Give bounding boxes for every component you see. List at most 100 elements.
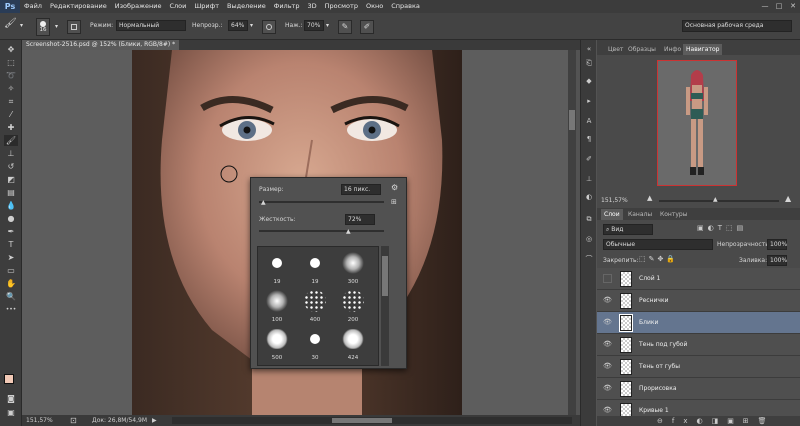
actions-icon[interactable]: ▸: [584, 96, 594, 106]
menu-item[interactable]: Редактирование: [46, 0, 111, 13]
canvas-vertical-scrollbar[interactable]: [568, 50, 576, 415]
visibility-eye-icon[interactable]: 👁: [603, 362, 612, 371]
layer-row[interactable]: 👁 Тень от губы: [597, 356, 800, 378]
zoom-out-icon[interactable]: ▲: [647, 194, 652, 202]
brush-preset[interactable]: 19: [264, 251, 290, 287]
dodge-tool-icon[interactable]: ●: [4, 213, 18, 224]
visibility-eye-icon[interactable]: 👁: [603, 318, 612, 327]
menu-item[interactable]: Файл: [20, 0, 46, 13]
navigator-preview[interactable]: [657, 60, 737, 186]
maximize-button[interactable]: □: [772, 0, 786, 13]
size-slider-track[interactable]: [259, 201, 384, 203]
quick-select-tool-icon[interactable]: ✧: [4, 83, 18, 94]
size-slider-handle[interactable]: ▲: [261, 199, 266, 206]
chevron-down-icon[interactable]: ▾: [20, 22, 23, 29]
adjustments-icon[interactable]: ◐: [584, 192, 594, 202]
type-tool-icon[interactable]: T: [4, 239, 18, 250]
document-tab[interactable]: Screenshot-2516.psd @ 152% (Блики, RGB/8…: [22, 40, 180, 50]
pressure-opacity-button[interactable]: [262, 20, 276, 34]
character-icon[interactable]: A: [584, 116, 594, 126]
visibility-eye-icon[interactable]: [603, 274, 612, 283]
chevron-down-icon[interactable]: ▾: [250, 22, 253, 29]
brush-preset[interactable]: 424: [340, 327, 366, 363]
eyedropper-tool-icon[interactable]: ⁄: [4, 109, 18, 120]
minimize-button[interactable]: —: [758, 0, 772, 13]
zoom-tool-icon[interactable]: 🔍: [4, 291, 18, 302]
menu-item[interactable]: Фильтр: [270, 0, 304, 13]
move-tool-icon[interactable]: ✥: [4, 44, 18, 55]
tab-swatches[interactable]: Образцы: [625, 44, 659, 55]
brush-tool-icon[interactable]: 🖌: [4, 18, 17, 29]
layer-row[interactable]: 👁 Блики: [597, 312, 800, 334]
brush-preset[interactable]: 30: [302, 327, 328, 363]
hardness-field[interactable]: 72%: [345, 214, 375, 225]
tab-navigator[interactable]: Навигатор: [683, 44, 723, 55]
menu-item[interactable]: Слои: [165, 0, 190, 13]
visibility-eye-icon[interactable]: 👁: [603, 406, 612, 415]
menu-item[interactable]: 3D: [303, 0, 320, 13]
path-select-tool-icon[interactable]: ➤: [4, 252, 18, 263]
brush-tool-icon[interactable]: 🖌: [4, 135, 18, 146]
layers-footer-icons[interactable]: ⊖fx◐◨▣⊞🗑: [597, 416, 800, 426]
brush-panel-icon[interactable]: ✐: [584, 154, 594, 164]
tab-color[interactable]: Цвет: [605, 44, 626, 55]
marquee-tool-icon[interactable]: ⬚: [4, 57, 18, 68]
rectangle-tool-icon[interactable]: ▭: [4, 265, 18, 276]
layer-opacity-field[interactable]: 100%: [767, 239, 787, 250]
preset-scroll-thumb[interactable]: [382, 256, 388, 296]
brush-panel-toggle[interactable]: [67, 20, 81, 34]
scroll-thumb[interactable]: [569, 110, 575, 130]
menu-item[interactable]: Просмотр: [321, 0, 362, 13]
tab-paths[interactable]: Контуры: [657, 209, 690, 220]
navigator-zoom-slider[interactable]: [659, 200, 779, 202]
layer-row[interactable]: 👁 Прорисовка: [597, 378, 800, 400]
tab-info[interactable]: Инфо: [661, 44, 684, 55]
3d-icon[interactable]: ◆: [584, 76, 594, 86]
gear-icon[interactable]: ⚙: [391, 183, 398, 192]
visibility-eye-icon[interactable]: 👁: [603, 340, 612, 349]
navigator-slider-handle[interactable]: ▲: [713, 196, 718, 203]
history-icon[interactable]: ⎗: [584, 58, 594, 68]
tab-layers[interactable]: Слои: [601, 209, 623, 220]
canvas-horizontal-scrollbar[interactable]: [172, 417, 572, 424]
history-brush-tool-icon[interactable]: ↺: [4, 161, 18, 172]
clone-source-icon[interactable]: ⊥: [584, 174, 594, 184]
lock-icons[interactable]: ⬚✎✥🔒: [639, 255, 678, 263]
blur-tool-icon[interactable]: 💧: [4, 200, 18, 211]
menu-item[interactable]: Изображение: [111, 0, 166, 13]
mode-select[interactable]: Нормальный: [116, 20, 186, 31]
layer-filter-icons[interactable]: ▣◐T⬚▤: [697, 224, 747, 232]
paths-icon[interactable]: ⌒: [584, 254, 594, 264]
paragraph-icon[interactable]: ¶: [584, 134, 594, 144]
layer-row[interactable]: 👁 Реснички: [597, 290, 800, 312]
brush-preset[interactable]: 300: [340, 251, 366, 287]
brush-preset[interactable]: 19: [302, 251, 328, 287]
size-field[interactable]: 16 пикс.: [341, 184, 381, 195]
zoom-in-icon[interactable]: ▲: [785, 194, 791, 203]
foreground-color-swatch[interactable]: [4, 374, 14, 384]
workspace-select[interactable]: Основная рабочая среда: [682, 20, 792, 32]
zoom-readout[interactable]: 151,57%: [26, 415, 53, 426]
layer-row[interactable]: 👁 Тень под губой: [597, 334, 800, 356]
menu-item[interactable]: Шрифт: [190, 0, 223, 13]
lasso-tool-icon[interactable]: ➰: [4, 70, 18, 81]
brush-preset[interactable]: 500: [264, 327, 290, 363]
opacity-field[interactable]: 64%: [228, 20, 248, 31]
hand-tool-icon[interactable]: ✋: [4, 278, 18, 289]
collapse-icon[interactable]: «: [584, 44, 594, 54]
menu-item[interactable]: Справка: [387, 0, 424, 13]
airbrush-button[interactable]: ✎: [338, 20, 352, 34]
preset-scrollbar[interactable]: [381, 246, 389, 366]
eraser-tool-icon[interactable]: ◩: [4, 174, 18, 185]
layer-filter-select[interactable]: ⌕ Вид: [603, 224, 653, 235]
menu-item[interactable]: Выделение: [223, 0, 270, 13]
visibility-eye-icon[interactable]: 👁: [603, 296, 612, 305]
brush-preset[interactable]: 200: [340, 289, 366, 325]
visibility-eye-icon[interactable]: 👁: [603, 384, 612, 393]
hardness-slider-handle[interactable]: ▲: [346, 228, 351, 235]
pressure-size-button[interactable]: ✐: [360, 20, 374, 34]
layer-row[interactable]: 👁 Кривые 1: [597, 400, 800, 416]
new-preset-icon[interactable]: ⊞: [391, 198, 397, 206]
blend-mode-select[interactable]: Обычные: [603, 239, 713, 250]
chevron-down-icon[interactable]: ▾: [55, 23, 58, 30]
